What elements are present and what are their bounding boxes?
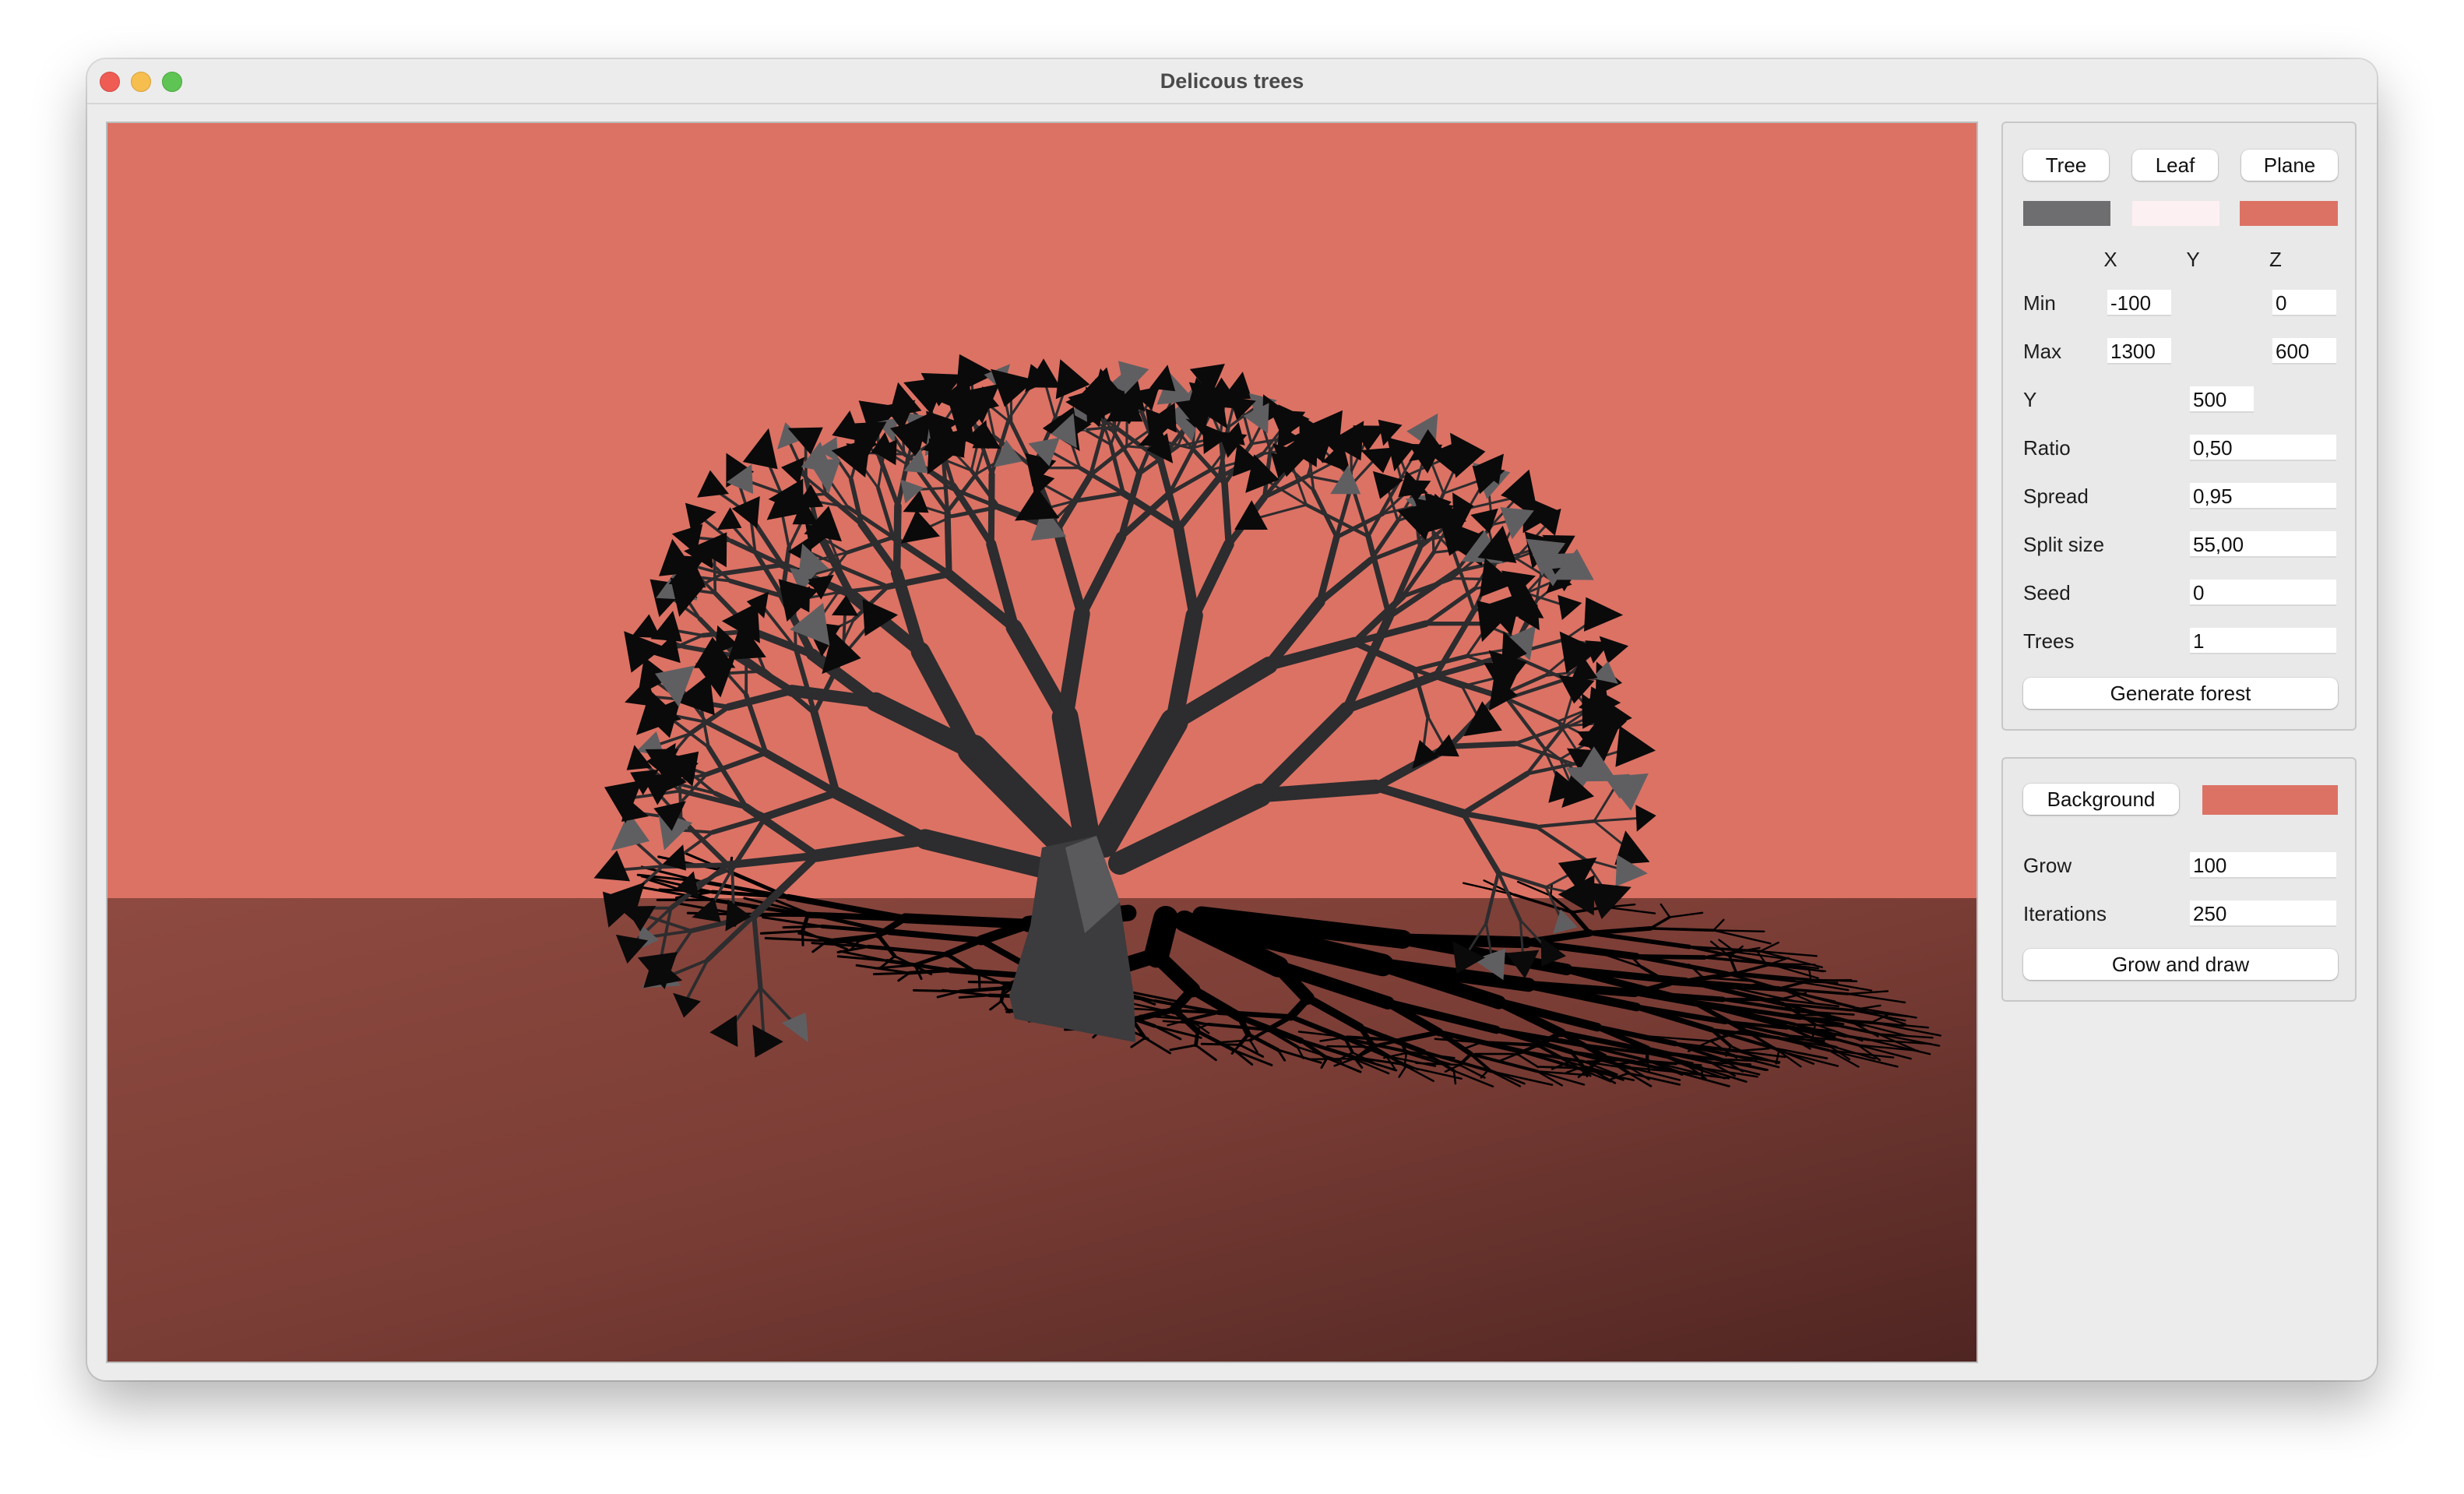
title-bar: Delicous trees — [87, 59, 2377, 104]
trees-label: Trees — [2023, 629, 2075, 653]
axis-z-header: Z — [2269, 248, 2282, 271]
split-size-label: Split size — [2023, 533, 2105, 556]
branch-shadow — [1712, 929, 1765, 932]
branch-shadow — [872, 971, 911, 976]
ratio-label: Ratio — [2023, 436, 2071, 460]
min-x-input[interactable]: -100 — [2107, 290, 2171, 316]
min-label: Min — [2023, 291, 2056, 315]
ratio-input[interactable]: 0,50 — [2190, 435, 2336, 461]
y-label: Y — [2023, 388, 2037, 411]
grow-input[interactable]: 100 — [2190, 852, 2336, 879]
max-x-input[interactable]: 1300 — [2107, 338, 2171, 365]
branch-shadow — [967, 981, 1021, 985]
spread-label: Spread — [2023, 484, 2089, 508]
tree-settings-panel: Tree Leaf Plane X Y Z Min -100 0 Max 130… — [2001, 122, 2357, 731]
tree-branch — [1252, 779, 1383, 803]
plane-color-swatch — [2240, 201, 2338, 226]
branch-shadow — [1161, 1009, 1220, 1014]
grow-label: Grow — [2023, 854, 2072, 877]
app-window: Delicous trees Tree Leaf Plane X Y Z Min… — [87, 59, 2377, 1380]
spread-input[interactable]: 0,95 — [2190, 483, 2336, 509]
seed-input[interactable]: 0 — [2190, 580, 2336, 606]
branch-shadow — [1326, 1045, 1371, 1048]
branch-shadow — [1200, 1042, 1241, 1046]
tree-color-button[interactable]: Tree — [2023, 150, 2109, 181]
generate-forest-button[interactable]: Generate forest — [2023, 678, 2338, 709]
leaf-color-button[interactable]: Leaf — [2132, 150, 2218, 181]
grow-settings-panel: Background Grow 100 Iterations 250 Grow … — [2001, 757, 2357, 1002]
branch-shadow — [1403, 1052, 1408, 1064]
branch-shadow — [1396, 933, 1533, 949]
max-label: Max — [2023, 340, 2062, 363]
branch-shadow — [899, 913, 1033, 929]
background-color-button[interactable]: Background — [2023, 784, 2179, 815]
iterations-label: Iterations — [2023, 902, 2107, 925]
iterations-input[interactable]: 250 — [2190, 900, 2336, 927]
trees-input[interactable]: 1 — [2190, 628, 2336, 654]
render-viewport[interactable] — [106, 122, 1978, 1363]
axis-y-header: Y — [2186, 248, 2200, 271]
branch-shadow — [1194, 1029, 1200, 1048]
branch-shadow — [1645, 1046, 1649, 1062]
tree-branch — [1446, 741, 1519, 749]
tree-render-canvas[interactable] — [107, 123, 1976, 1362]
min-z-input[interactable]: 0 — [2272, 290, 2336, 316]
tree-branch — [1221, 481, 1233, 548]
tree-branch — [944, 509, 952, 578]
background-color-swatch — [2202, 785, 2338, 815]
plane-color-button[interactable]: Plane — [2241, 150, 2338, 181]
branch-shadow — [782, 925, 824, 929]
window-title: Delicous trees — [1160, 69, 1304, 93]
branch-shadow — [1649, 927, 1716, 932]
grow-and-draw-button[interactable]: Grow and draw — [2023, 949, 2338, 980]
max-z-input[interactable]: 600 — [2272, 338, 2336, 365]
split-size-input[interactable]: 55,00 — [2190, 531, 2336, 558]
seed-label: Seed — [2023, 581, 2071, 604]
y-input[interactable]: 500 — [2190, 386, 2254, 413]
tree-color-swatch — [2023, 201, 2110, 226]
axis-x-header: X — [2103, 248, 2117, 271]
leaf-color-swatch — [2132, 201, 2219, 226]
